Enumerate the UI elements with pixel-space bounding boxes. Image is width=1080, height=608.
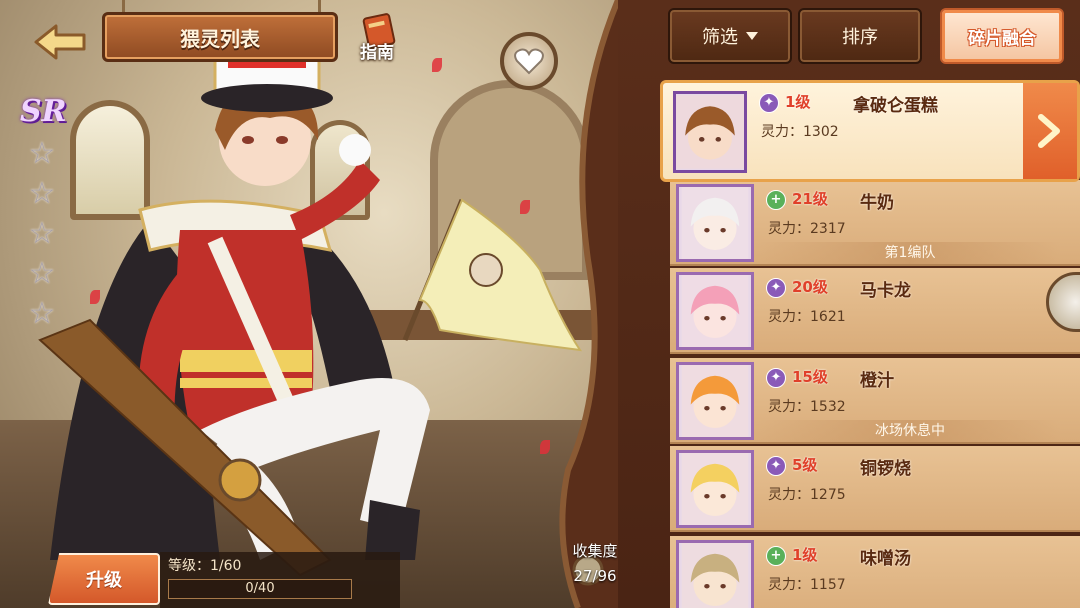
back-arrow-icon: [34, 24, 86, 60]
character-status-tag: 冰场休息中: [760, 420, 1060, 442]
character-card[interactable]: ✦ 15级 橙汁 灵力：1532 冰场休息中: [670, 358, 1080, 444]
character-name: 铜锣烧: [860, 459, 911, 479]
sort-button[interactable]: 排序: [798, 8, 922, 64]
detail-arrow-button[interactable]: [1023, 83, 1077, 179]
character-name: 马卡龙: [860, 281, 911, 301]
heart-icon: [514, 48, 544, 75]
star-rating: ☆ ☆ ☆ ☆ ☆: [24, 136, 68, 332]
chevron-right-icon: [1038, 114, 1060, 148]
character-spirit-power: 灵力：1621: [768, 309, 846, 325]
page-title: 猥灵列表: [102, 12, 338, 62]
character-portrait: [676, 184, 754, 262]
dropdown-triangle-icon: [746, 32, 758, 40]
element-star-icon: ✦: [766, 456, 786, 476]
character-spirit-power: 灵力：1302: [761, 124, 839, 140]
petal-decoration: [90, 290, 100, 304]
character-portrait: [676, 362, 754, 440]
element-plus-icon: +: [766, 546, 786, 566]
favorite-button[interactable]: [500, 32, 558, 90]
fusion-label: 碎片融合: [968, 28, 1036, 49]
upgrade-button[interactable]: 升级: [48, 553, 160, 605]
star-icon: ☆: [28, 216, 56, 251]
xp-text: 0/40: [245, 581, 275, 596]
character-portrait: [676, 272, 754, 350]
character-status-tag: 第1编队: [760, 242, 1060, 264]
character-level: 1级: [785, 93, 811, 111]
xp-bar: 0/40: [168, 579, 352, 599]
character-portrait: [673, 91, 747, 173]
character-name: 味噌汤: [860, 549, 911, 569]
filter-label: 筛选: [702, 27, 738, 48]
character-spirit-power: 灵力：2317: [768, 221, 846, 237]
upgrade-label: 升级: [86, 570, 122, 591]
character-level: 21级: [792, 190, 828, 208]
character-card[interactable]: ✦ 5级 铜锣烧 灵力：1275: [670, 446, 1080, 532]
character-portrait: [676, 540, 754, 608]
petal-decoration: [520, 200, 530, 214]
star-icon: ☆: [28, 176, 56, 211]
character-card[interactable]: +21级 牛奶 灵力：2317 第1编队: [670, 180, 1080, 266]
star-icon: ☆: [28, 136, 56, 171]
character-level: 1级: [792, 546, 818, 564]
character-list[interactable]: ✦ 1级 拿破仑蛋糕 灵力：1302 +21级 牛奶 灵力：2317 第1编队 ✦ 20级 马卡龙灵…: [660, 68, 1080, 608]
petal-decoration: [432, 58, 442, 72]
level-text: 等级：1/60: [168, 558, 242, 574]
star-icon: ☆: [28, 296, 56, 331]
character-card-selected[interactable]: ✦ 1级 拿破仑蛋糕 灵力：1302: [660, 80, 1080, 182]
filter-button[interactable]: 筛选: [668, 8, 792, 64]
sort-label: 排序: [842, 27, 878, 48]
guide-label[interactable]: 指南: [360, 38, 394, 63]
character-level: 20级: [792, 278, 828, 296]
character-illustration: [38, 50, 583, 577]
character-card[interactable]: +1级 味噌汤 灵力：1157: [670, 536, 1080, 608]
element-plus-icon: +: [766, 190, 786, 210]
element-star-icon: ✦: [766, 278, 786, 298]
character-spirit-power: 灵力：1532: [768, 399, 846, 415]
character-name: 橙汁: [860, 371, 894, 391]
character-spirit-power: 灵力：1275: [768, 487, 846, 503]
back-button[interactable]: [28, 20, 92, 64]
star-icon: ☆: [28, 256, 56, 291]
character-name: 拿破仑蛋糕: [853, 96, 938, 116]
level-panel: 等级：1/60 0/40: [160, 552, 400, 608]
character-level: 15级: [792, 368, 828, 386]
element-star-icon: ✦: [759, 93, 779, 113]
element-star-icon: ✦: [766, 368, 786, 388]
page-title-text: 猥灵列表: [180, 26, 260, 51]
character-level: 5级: [792, 456, 818, 474]
character-portrait: [676, 450, 754, 528]
character-card[interactable]: ✦ 20级 马卡龙 灵力：1621: [670, 268, 1080, 354]
character-spirit-power: 灵力：1157: [768, 577, 846, 593]
rarity-badge: SR: [20, 94, 67, 129]
character-name: 牛奶: [860, 193, 894, 213]
fragment-fusion-button[interactable]: 碎片融合: [940, 8, 1064, 64]
